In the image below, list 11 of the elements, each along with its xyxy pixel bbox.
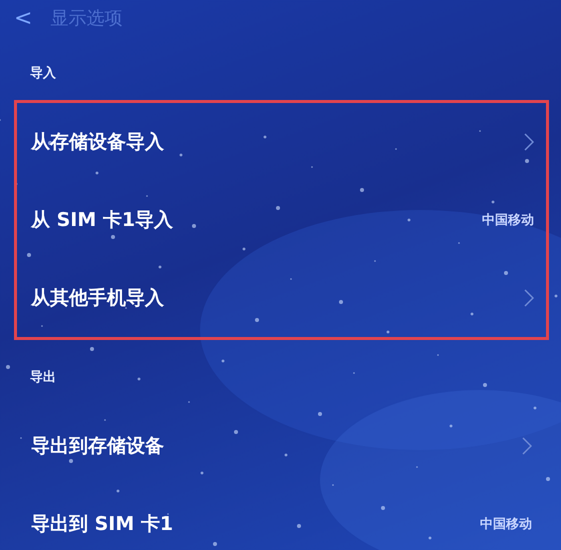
menu-item[interactable]: 导出到 SIM 卡1 中国移动 <box>17 485 544 550</box>
menu-item[interactable]: 导出到存储设备 <box>17 407 544 485</box>
chevron-right-icon <box>524 133 534 151</box>
menu-item[interactable]: 从 SIM 卡1导入 中国移动 <box>17 181 546 259</box>
menu-item[interactable]: 从存储设备导入 <box>17 103 546 181</box>
chevron-right-icon <box>522 437 532 455</box>
menu-item[interactable]: 从其他手机导入 <box>17 259 546 337</box>
section-label: 导入 <box>30 66 56 81</box>
back-button[interactable]: < <box>14 6 32 30</box>
chevron-right-icon <box>524 289 534 307</box>
section-label: 导出 <box>30 370 56 385</box>
